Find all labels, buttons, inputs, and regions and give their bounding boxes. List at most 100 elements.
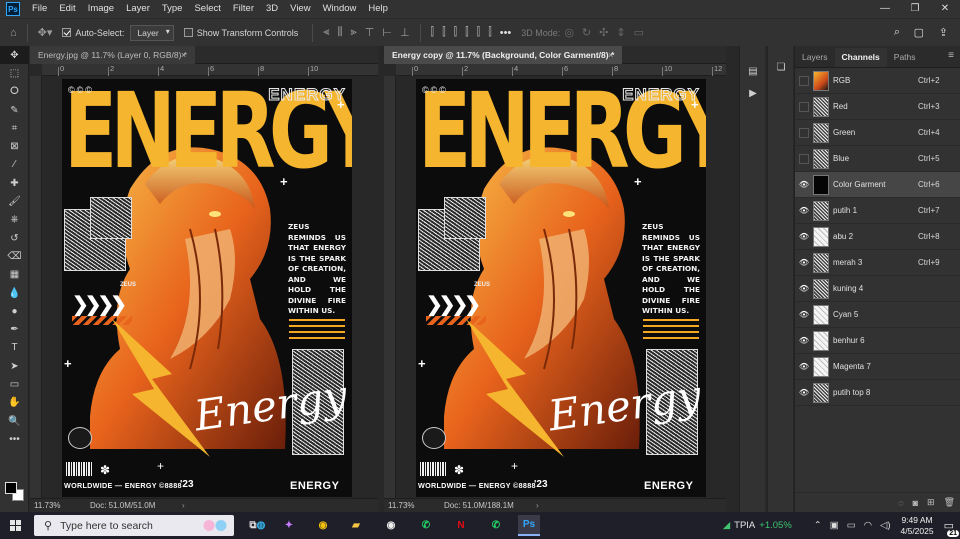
display-icon[interactable]: ▭ (847, 520, 856, 531)
menu-view[interactable]: View (284, 0, 316, 18)
hand-tool-icon[interactable]: ✋ (0, 394, 29, 412)
rectangle-tool-icon[interactable]: ▭ (0, 375, 29, 393)
healing-tool-icon[interactable]: ✚ (0, 174, 29, 192)
menu-image[interactable]: Image (82, 0, 120, 18)
stock-chart-icon[interactable]: ◢ (723, 520, 730, 531)
new-channel-icon[interactable]: ⊞ (927, 497, 935, 508)
marquee-tool-icon[interactable]: ⬚ (0, 64, 29, 82)
eye-icon[interactable]: 👁 (795, 380, 813, 406)
more-tools-icon[interactable]: ••• (0, 430, 29, 448)
clone-stamp-tool-icon[interactable]: ⎈ (0, 211, 29, 229)
eye-icon[interactable]: 👁 (795, 198, 813, 224)
distribute-left-icon[interactable]: ⫿ (465, 26, 469, 39)
share-icon[interactable]: ⇪ (939, 26, 948, 39)
dodge-tool-icon[interactable]: ● (0, 302, 29, 320)
actions-panel-icon[interactable]: ▶ (740, 82, 766, 104)
history-brush-tool-icon[interactable]: ↺ (0, 229, 29, 247)
channel-row[interactable]: 👁 Magenta 7 (795, 354, 960, 380)
menu-help[interactable]: Help (362, 0, 394, 18)
align-top-icon[interactable]: ⊤ (365, 26, 375, 39)
chevron-up-icon[interactable]: ⌃ (814, 520, 822, 531)
distribute-right-icon[interactable]: ⫿ (488, 26, 492, 39)
eye-icon[interactable]: 👁 (795, 354, 813, 380)
photoshop-logo-icon[interactable]: Ps (6, 2, 20, 16)
distribute-center-icon[interactable]: ⫿ (477, 26, 481, 39)
distribute-top-icon[interactable]: ⫿ (431, 26, 435, 39)
save-selection-icon[interactable]: ◙ (913, 498, 918, 508)
file-explorer-icon[interactable]: ▰ (345, 515, 367, 536)
lasso-tool-icon[interactable]: ⵔ (0, 83, 29, 101)
document-tab-1-title[interactable]: Energy.jpg @ 11.7% (Layer 0, RGB/8) * (30, 46, 196, 64)
maximize-icon[interactable]: ❐ (900, 0, 930, 18)
channel-row[interactable]: 👁 kuning 4 (795, 276, 960, 302)
delete-channel-icon[interactable]: 🗑 (944, 497, 955, 508)
type-tool-icon[interactable]: T (0, 339, 29, 357)
stock-name[interactable]: TPIA (734, 520, 755, 531)
eye-icon[interactable]: 👁 (795, 172, 813, 198)
menu-window[interactable]: Window (317, 0, 363, 18)
document-tab-1[interactable]: Energy.jpg @ 11.7% (Layer 0, RGB/8) * × (30, 46, 378, 64)
crop-tool-icon[interactable]: ⌗ (0, 119, 29, 137)
volume-icon[interactable]: ◁) (880, 520, 890, 531)
eyedropper-tool-icon[interactable]: ⁄ (0, 156, 29, 174)
minimize-icon[interactable]: — (870, 0, 900, 18)
whatsapp-icon[interactable]: ✆ (415, 515, 437, 536)
align-center-icon[interactable]: ⫼ (337, 26, 342, 39)
eye-icon[interactable]: 👁 (795, 224, 813, 250)
pen-tool-icon[interactable]: ✒ (0, 320, 29, 338)
channel-row[interactable]: 👁 putih 1 Ctrl+7 (795, 198, 960, 224)
auto-select-target-dropdown[interactable]: Layer (130, 24, 174, 41)
zoom-level[interactable]: 11.73% (34, 499, 61, 513)
tab-layers[interactable]: Layers (795, 48, 835, 67)
gradient-tool-icon[interactable]: ▦ (0, 266, 29, 284)
eye-icon[interactable]: 👁 (795, 250, 813, 276)
phone-app-icon[interactable]: ✆ (485, 515, 507, 536)
horizontal-ruler[interactable]: 0 2 4 6 8 10 12 (396, 64, 726, 76)
distribute-bottom-icon[interactable]: ⫿ (454, 26, 458, 39)
chrome-profile-icon[interactable]: ◉ (380, 515, 402, 536)
close-tab-icon[interactable]: × (181, 46, 186, 64)
menu-3d[interactable]: 3D (260, 0, 284, 18)
poster-canvas[interactable]: ENERGY ENERGY ©©© + + + ZEUS REMINDS US … (416, 79, 706, 497)
canvas-area[interactable]: ENERGY ENERGY ©©© + + + ZEUS REMINDS US … (396, 76, 726, 498)
taskbar-search[interactable]: ⚲ Type here to search (34, 515, 234, 536)
libraries-panel-icon[interactable]: ❏ (768, 56, 794, 78)
channel-row[interactable]: 👁 Color Garment Ctrl+6 (795, 172, 960, 198)
meet-icon[interactable]: ▣ (830, 520, 839, 531)
eye-hidden-icon[interactable] (799, 153, 809, 164)
eye-hidden-icon[interactable] (799, 75, 809, 86)
menu-file[interactable]: File (26, 0, 53, 18)
auto-select-checkbox[interactable]: Auto-Select: (62, 28, 124, 38)
eraser-tool-icon[interactable]: ⌫ (0, 247, 29, 265)
close-tab-icon[interactable]: × (608, 46, 613, 64)
more-options-icon[interactable]: ••• (500, 27, 512, 39)
align-right-icon[interactable]: ⫸ (351, 26, 357, 39)
align-left-icon[interactable]: ⫷ (323, 26, 329, 39)
chrome-icon[interactable]: ◉ (312, 515, 334, 536)
document-tab-2-title[interactable]: Energy copy @ 11.7% (Background, Color G… (384, 46, 623, 64)
status-arrow-icon[interactable]: › (182, 499, 185, 513)
align-middle-icon[interactable]: ⊢ (382, 26, 392, 39)
horizontal-ruler[interactable]: 0 2 4 6 8 10 (42, 64, 378, 76)
wifi-icon[interactable]: ◠ (864, 520, 872, 531)
vertical-ruler[interactable] (30, 76, 42, 498)
move-tool-icon[interactable]: ✥ (0, 46, 29, 65)
align-bottom-icon[interactable]: ⊥ (400, 26, 410, 39)
move-tool-preset-icon[interactable]: ✥▾ (38, 26, 53, 39)
notification-icon[interactable]: ▭ 21 (944, 519, 959, 537)
channel-row[interactable]: 👁 merah 3 Ctrl+9 (795, 250, 960, 276)
channel-row[interactable]: 👁 Cyan 5 (795, 302, 960, 328)
eye-icon[interactable]: 👁 (795, 302, 813, 328)
photoshop-taskbar-icon[interactable]: Ps (518, 515, 540, 536)
menu-type[interactable]: Type (156, 0, 189, 18)
search-icon[interactable]: ⌕ (894, 26, 900, 39)
brush-tool-icon[interactable]: 🖌 (0, 192, 29, 210)
canvas-area[interactable]: ENERGY ENERGY ©©© + + + ZEUS REMINDS US … (42, 76, 378, 498)
quick-select-tool-icon[interactable]: ✎ (0, 101, 29, 119)
channel-row[interactable]: Green Ctrl+4 (795, 120, 960, 146)
tab-paths[interactable]: Paths (887, 48, 923, 67)
show-transform-checkbox[interactable]: Show Transform Controls (183, 28, 298, 38)
frame-tool-icon[interactable]: ⊠ (0, 137, 29, 155)
vertical-ruler[interactable] (384, 76, 396, 498)
home-icon[interactable]: ⌂ (10, 27, 17, 39)
